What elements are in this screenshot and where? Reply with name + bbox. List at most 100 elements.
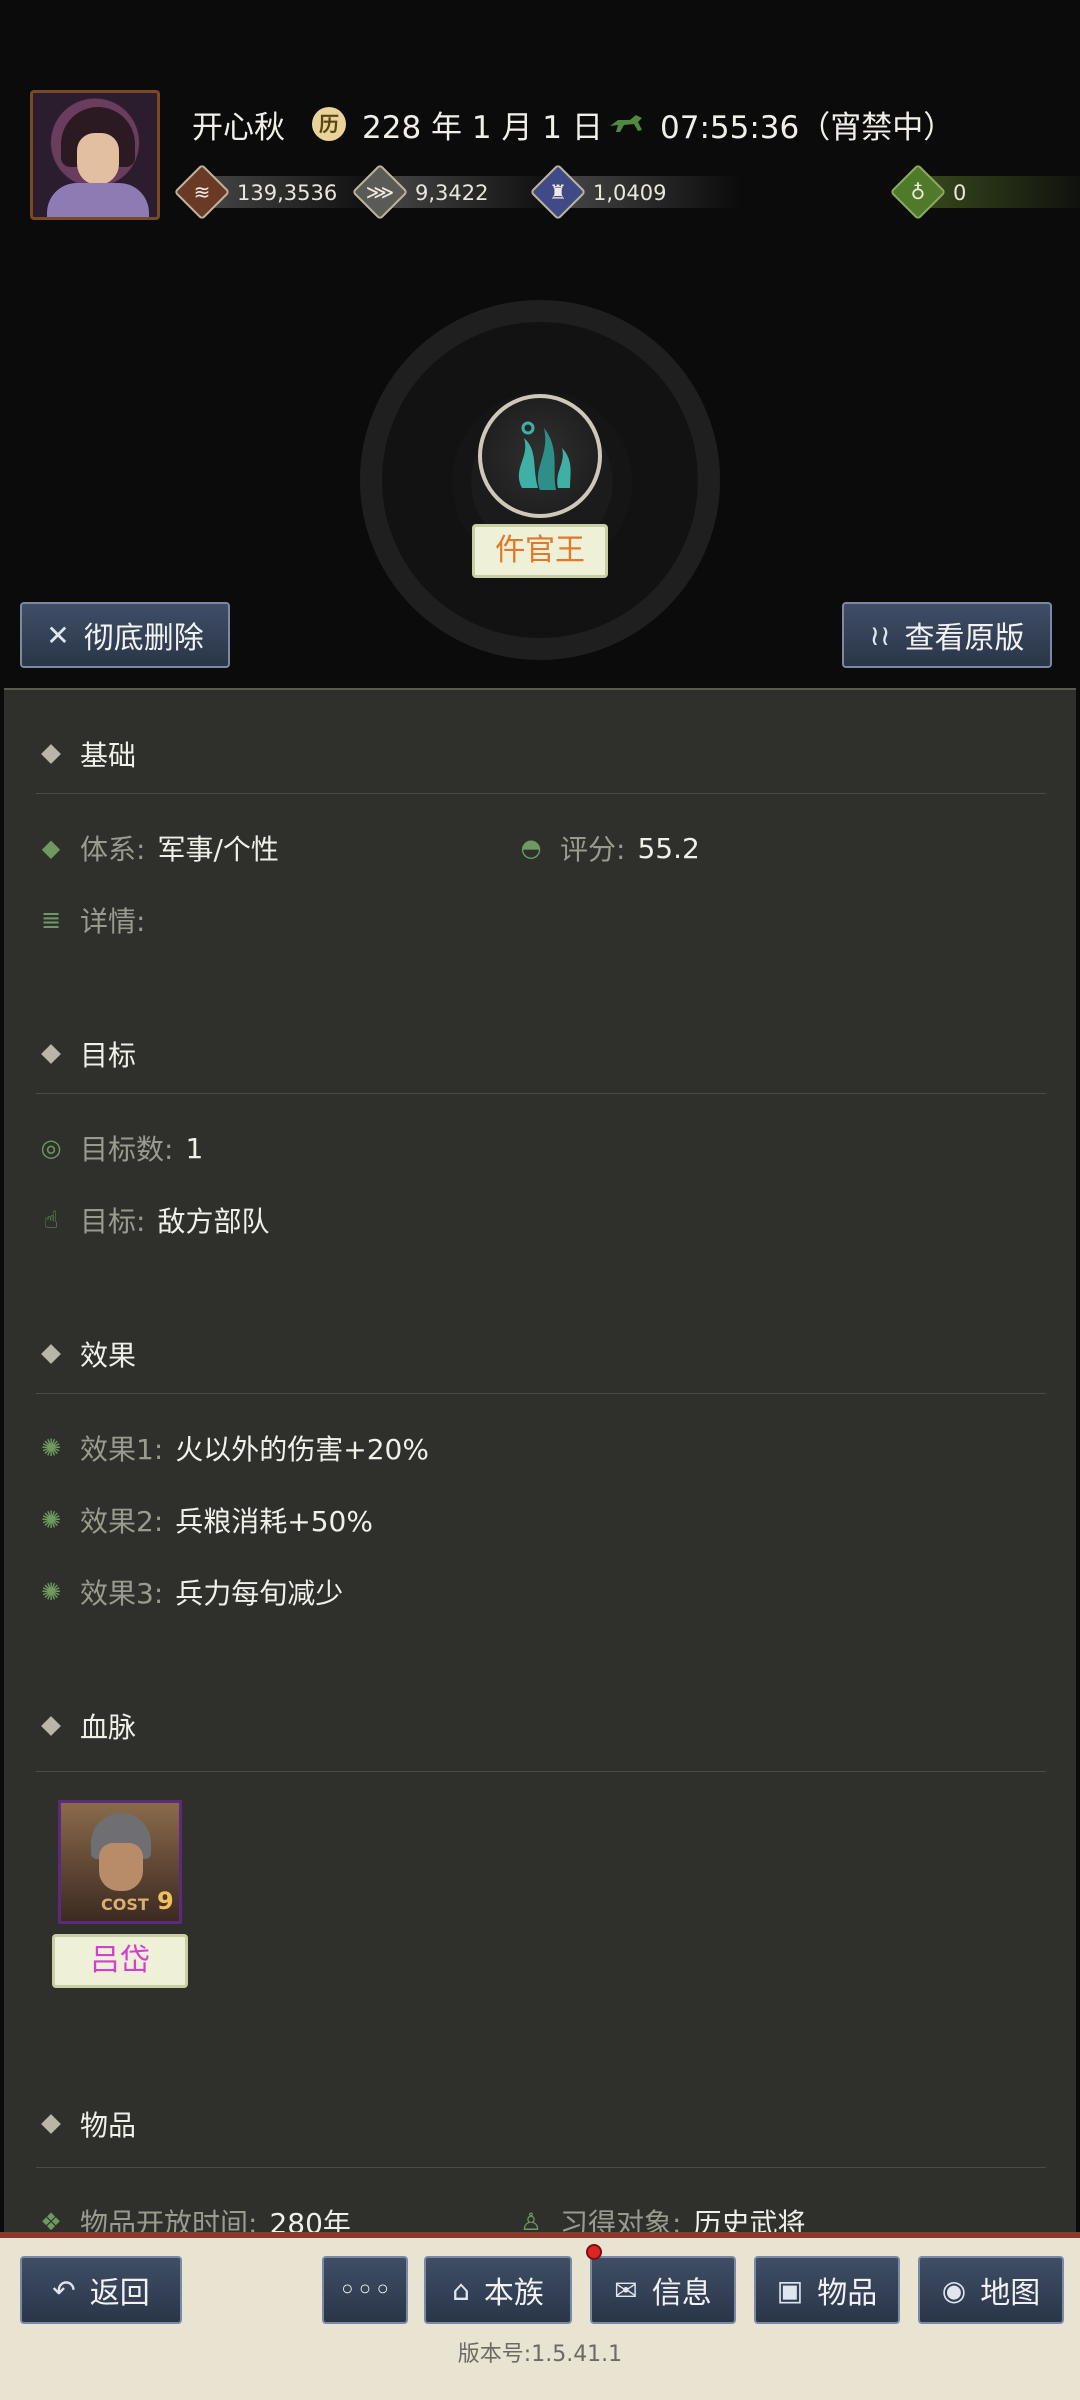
effect-label: 效果3: <box>80 1577 164 1610</box>
scroll-icon: ≣ <box>40 906 62 934</box>
back-label: 返回 <box>89 2276 150 2311</box>
effect-label: 效果2: <box>80 1505 164 1538</box>
score-value: 55.2 <box>637 831 700 865</box>
target-icon: ◎ <box>40 1134 62 1162</box>
section-title: 物品 <box>80 2109 137 2142</box>
coin-icon: ≋ <box>193 180 211 204</box>
diamond-icon <box>41 2114 61 2134</box>
detail-label: 详情: <box>80 905 146 938</box>
grain-icon: ⋙ <box>365 180 395 204</box>
bottom-nav: ↶ 返回 ◦◦◦ ⌂ 本族 ✉ 信息 ▣ 物品 ◉ 地图 <box>0 2232 1080 2400</box>
close-icon: ✕ <box>46 618 70 652</box>
helmet-icon: ◓ <box>520 834 542 862</box>
section-items-header: 物品 <box>41 2104 137 2144</box>
clan-button[interactable]: ⌂ 本族 <box>424 2256 572 2324</box>
chat-icon: ✉ <box>614 2273 638 2307</box>
flame-icon: ≀≀ <box>869 618 891 652</box>
skill-name: 仵官王 <box>472 524 608 578</box>
effect-value: 兵粮消耗+50% <box>175 1505 373 1538</box>
player-avatar[interactable] <box>30 90 160 220</box>
map-button[interactable]: ◉ 地图 <box>918 2256 1064 2324</box>
general-face <box>99 1843 143 1891</box>
clan-icon: ⌂ <box>452 2273 470 2307</box>
back-button[interactable]: ↶ 返回 <box>20 2256 182 2324</box>
map-label: 地图 <box>980 2276 1041 2311</box>
calendar-icon: 历 <box>312 107 346 141</box>
info-button[interactable]: ✉ 信息 <box>590 2256 736 2324</box>
items-button[interactable]: ▣ 物品 <box>754 2256 900 2324</box>
target-count-label: 目标数: <box>80 1133 174 1166</box>
view-original-button[interactable]: ≀≀ 查看原版 <box>842 602 1052 668</box>
section-title: 效果 <box>80 1339 137 1372</box>
notification-dot <box>586 2244 602 2260</box>
top-bar: 开心秋 历 228 年 1 月 1 日 07:55:36（宵禁中） ≋ 139,… <box>0 0 1080 240</box>
resource-value: 139,3536 <box>237 181 338 205</box>
section-target-header: 目标 <box>41 1034 137 1074</box>
cost-value: 9 <box>157 1887 174 1915</box>
target-label: 目标: <box>80 1205 146 1238</box>
effect-label: 效果1: <box>80 1433 164 1466</box>
view-original-label: 查看原版 <box>904 621 1025 656</box>
items-label: 物品 <box>817 2276 878 2311</box>
globe-icon: ◉ <box>941 2273 967 2307</box>
player-name: 开心秋 <box>192 110 285 146</box>
info-label: 信息 <box>651 2276 712 2311</box>
avatar-robe <box>47 183 149 217</box>
section-effect-header: 效果 <box>41 1334 137 1374</box>
bag-icon: ♁ <box>910 180 926 204</box>
effect-row: ✺ 效果3: 兵力每旬减少 <box>36 1572 343 1612</box>
section-title: 基础 <box>80 739 137 772</box>
flame-icon <box>518 421 571 490</box>
more-icon: ◦◦◦ <box>338 2272 392 2308</box>
skill-icon <box>478 394 602 518</box>
clan-label: 本族 <box>483 2276 544 2311</box>
pointer-icon: ☝ <box>43 1206 59 1234</box>
delete-button-label: 彻底删除 <box>83 621 204 656</box>
target-value: 敌方部队 <box>157 1205 270 1238</box>
more-button[interactable]: ◦◦◦ <box>322 2256 408 2324</box>
version-text: 版本号:1.5.41.1 <box>457 2342 623 2367</box>
avatar-face <box>77 133 119 185</box>
divider <box>36 1093 1046 1094</box>
section-basic-header: 基础 <box>41 734 137 774</box>
resource-value: 1,0409 <box>593 181 667 205</box>
gear-icon: ✺ <box>40 1506 62 1534</box>
delete-button[interactable]: ✕ 彻底删除 <box>20 602 230 668</box>
lineage-general-name[interactable]: 吕岱 <box>52 1934 188 1988</box>
cost-label: COST <box>101 1895 149 1914</box>
soldier-icon: ♜ <box>549 180 567 204</box>
section-title: 目标 <box>80 1039 137 1072</box>
horse-icon <box>610 115 642 132</box>
effect-value: 兵力每旬减少 <box>175 1577 344 1610</box>
divider <box>36 1393 1046 1394</box>
skill-detail-panel[interactable]: 基础 ◆ 体系: 军事/个性 ◓ 评分: 55.2 ≣ 详情: 目标 ◎ 目标数… <box>4 688 1076 2248</box>
effect-row: ✺ 效果2: 兵粮消耗+50% <box>36 1500 373 1540</box>
system-value: 军事/个性 <box>157 833 279 866</box>
divider <box>36 793 1046 794</box>
game-date: 228 年 1 月 1 日 <box>362 110 603 146</box>
screen: 开心秋 历 228 年 1 月 1 日 07:55:36（宵禁中） ≋ 139,… <box>0 0 1080 2400</box>
target-count-row: ◎ 目标数: 1 <box>36 1128 204 1168</box>
system-label: 体系: <box>80 833 146 866</box>
back-arrow-icon: ↶ <box>52 2273 76 2307</box>
detail-row: ≣ 详情: <box>36 900 157 940</box>
diamond-icon <box>41 1716 61 1736</box>
diamond-icon <box>41 1344 61 1364</box>
diamond-icon <box>41 744 61 764</box>
resource-value: 9,3422 <box>415 181 489 205</box>
lineage-general-card[interactable]: COST 9 <box>58 1800 182 1924</box>
divider <box>36 1771 1046 1772</box>
gear-icon: ✺ <box>40 1434 62 1462</box>
effect-value: 火以外的伤害+20% <box>175 1433 429 1466</box>
section-lineage-header: 血脉 <box>41 1706 136 1746</box>
target-row: ☝ 目标: 敌方部队 <box>36 1200 270 1240</box>
score-label: 评分: <box>560 833 626 866</box>
chest-icon: ▣ <box>776 2273 804 2307</box>
resource-value: 0 <box>953 181 967 205</box>
diamond-icon <box>41 1044 61 1064</box>
game-time: 07:55:36（宵禁中） <box>660 110 955 146</box>
target-count-value: 1 <box>185 1131 204 1165</box>
effect-row: ✺ 效果1: 火以外的伤害+20% <box>36 1428 429 1468</box>
system-row: ◆ 体系: 军事/个性 <box>36 828 279 868</box>
cube-icon: ◆ <box>41 834 61 862</box>
